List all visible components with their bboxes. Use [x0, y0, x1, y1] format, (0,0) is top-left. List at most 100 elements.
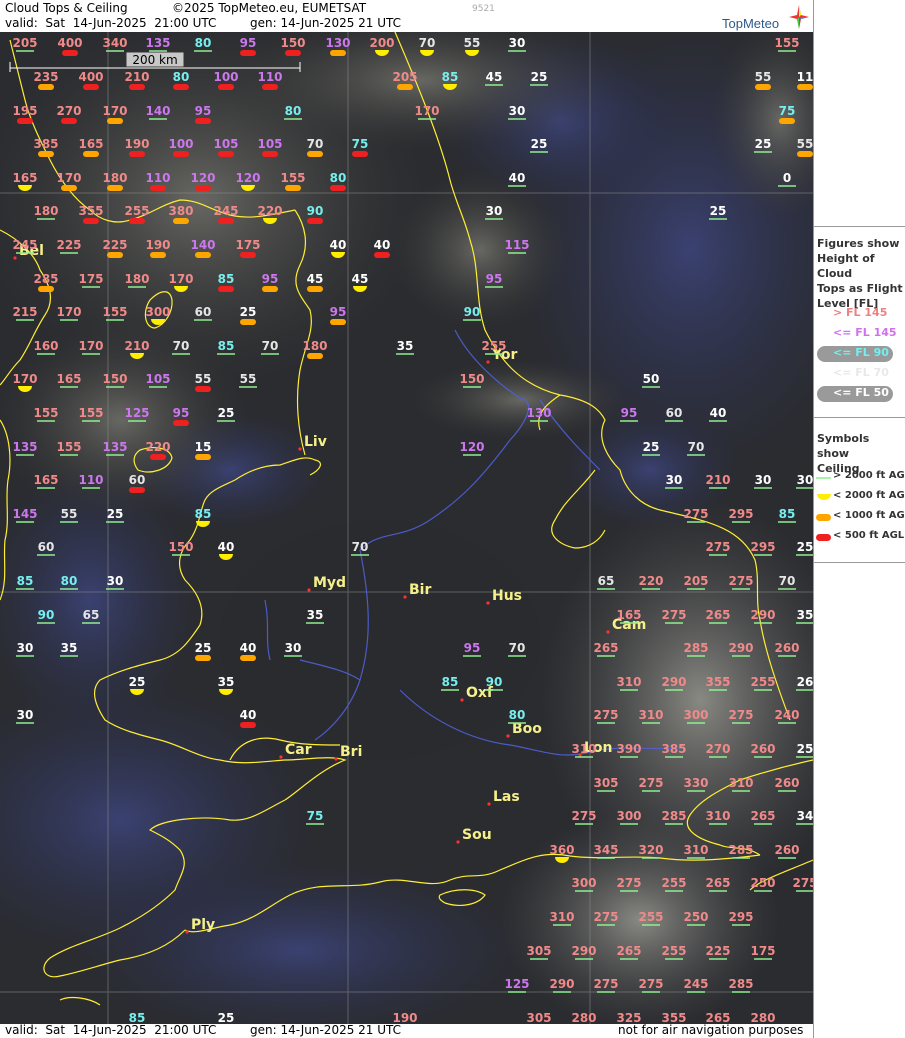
station-marker: 245 [213, 204, 239, 224]
cloud-top-label: 95 [262, 272, 279, 286]
legend-fl-label: <= FL 50 [833, 386, 889, 399]
cloud-top-label: 300 [683, 708, 708, 722]
legend-fl-label: <= FL 70 [833, 366, 889, 379]
cloud-top-label: 165 [78, 137, 103, 151]
station-marker: 120 [459, 440, 485, 456]
station-marker: 165 [33, 473, 59, 489]
station-marker: 75 [306, 809, 324, 825]
station-marker: 160 [33, 339, 59, 355]
station-marker: 150 [102, 372, 128, 388]
legend-symbol-label: < 500 ft AGL [833, 530, 905, 541]
cloud-top-label: 125 [124, 406, 149, 420]
station-marker: 85 [218, 272, 234, 292]
ceiling-below-500-symbol [285, 50, 301, 56]
cloud-top-label: 220 [145, 440, 170, 454]
copyright: ©2025 TopMeteo.eu, EUMETSAT [172, 1, 367, 15]
cloud-top-label: 310 [616, 675, 641, 689]
cloud-top-label: 260 [774, 843, 799, 857]
cloud-top-label: 55 [240, 372, 257, 386]
ceiling-below-2000-symbol [130, 689, 144, 695]
cloud-top-label: 400 [57, 36, 82, 50]
cloud-top-label: 34 [797, 809, 813, 823]
station-marker: 35 [306, 608, 324, 624]
station-marker: 90 [307, 204, 323, 224]
cloud-top-label: 85 [442, 70, 459, 84]
city-dot [298, 447, 302, 451]
station-marker: 140 [145, 104, 171, 120]
ceiling-below-500-symbol [218, 151, 234, 157]
station-marker: 95 [195, 104, 211, 124]
cloud-top-label: 245 [213, 204, 238, 218]
station-marker: 30 [665, 473, 683, 489]
legend-figures-title: Figures show Height of Cloud Tops as Fli… [817, 237, 903, 310]
city-dot [185, 930, 189, 934]
cloud-top-label: 70 [173, 339, 190, 353]
cloud-top-label: 35 [218, 675, 235, 689]
station-marker: 145 [12, 507, 38, 523]
station-marker: 150 [459, 372, 485, 388]
city-dot [460, 698, 464, 702]
station-marker: 25 [217, 406, 235, 422]
ceiling-below-1000-symbol [779, 118, 795, 124]
cloud-top-label: 165 [33, 473, 58, 487]
ceiling-below-500-symbol [240, 722, 256, 728]
legend-symbol-swatch [816, 534, 831, 541]
cloud-top-label: 25 [531, 137, 548, 151]
station-marker: 275 [593, 708, 619, 724]
ceiling-below-500-symbol [150, 185, 166, 191]
cloud-top-label: 25 [797, 742, 813, 756]
cloud-top-label: 275 [683, 507, 708, 521]
station-marker: 30 [284, 641, 302, 657]
legend-fl-item: <= FL 50 [817, 386, 902, 404]
cloud-top-label: 30 [797, 473, 813, 487]
ceiling-below-2000-symbol [263, 218, 277, 224]
station-marker: 30 [508, 36, 526, 52]
station-marker: 275 [593, 910, 619, 926]
station-marker: 180 [124, 272, 150, 288]
station-marker: 235 [33, 70, 59, 90]
cloud-top-label: 170 [12, 372, 37, 386]
ceiling-below-500-symbol [62, 50, 78, 56]
ceiling-below-1000-symbol [173, 218, 189, 224]
ceiling-below-2000-symbol [443, 84, 457, 90]
station-marker: 275 [792, 876, 813, 892]
station-marker: 25 [530, 70, 548, 86]
ceiling-below-2000-symbol [353, 286, 367, 292]
footer-disclaimer: not for air navigation purposes [618, 1023, 804, 1037]
station-marker: 270 [705, 742, 731, 758]
station-marker: 295 [750, 540, 776, 556]
cloud-top-label: 65 [598, 574, 615, 588]
image-code: 9521 [472, 4, 495, 14]
station-marker: 205 [683, 574, 709, 590]
station-marker: 150 [280, 36, 306, 56]
city-dot [403, 595, 407, 599]
cloud-top-label: 255 [124, 204, 149, 218]
cloud-top-label: 330 [683, 776, 708, 790]
cloud-top-label: 150 [168, 540, 193, 554]
station-marker: 290 [661, 675, 687, 691]
ceiling-below-2000-symbol [555, 857, 569, 863]
station-marker: 265 [705, 608, 731, 624]
cloud-top-label: 25 [218, 406, 235, 420]
cloud-top-label: 170 [78, 339, 103, 353]
ceiling-below-1000-symbol [107, 118, 123, 124]
station-marker: 95 [330, 305, 346, 325]
station-marker: 75 [779, 104, 795, 124]
cloud-top-label: 270 [705, 742, 730, 756]
cloud-top-label: 215 [12, 305, 37, 319]
cloud-top-label: 55 [755, 70, 772, 84]
station-marker: 65 [597, 574, 615, 590]
ceiling-below-500-symbol [173, 84, 189, 90]
cloud-top-label: 25 [710, 204, 727, 218]
city-dot [307, 588, 311, 592]
cloud-top-label: 220 [638, 574, 663, 588]
cloud-top-label: 275 [593, 977, 618, 991]
cloud-top-label: 225 [705, 944, 730, 958]
cloud-top-label: 220 [257, 204, 282, 218]
ceiling-below-500-symbol [262, 84, 278, 90]
satellite-map[interactable]: 200 km Bel Liv Yor Myd Bir Hus Cam Oxf Boo Lon Car… [0, 32, 813, 1024]
station-marker: 25 [642, 440, 660, 456]
station-marker: 30 [16, 641, 34, 657]
legend-symbol-item: < 500 ft AGL [816, 529, 904, 547]
cloud-top-label: 380 [168, 204, 193, 218]
